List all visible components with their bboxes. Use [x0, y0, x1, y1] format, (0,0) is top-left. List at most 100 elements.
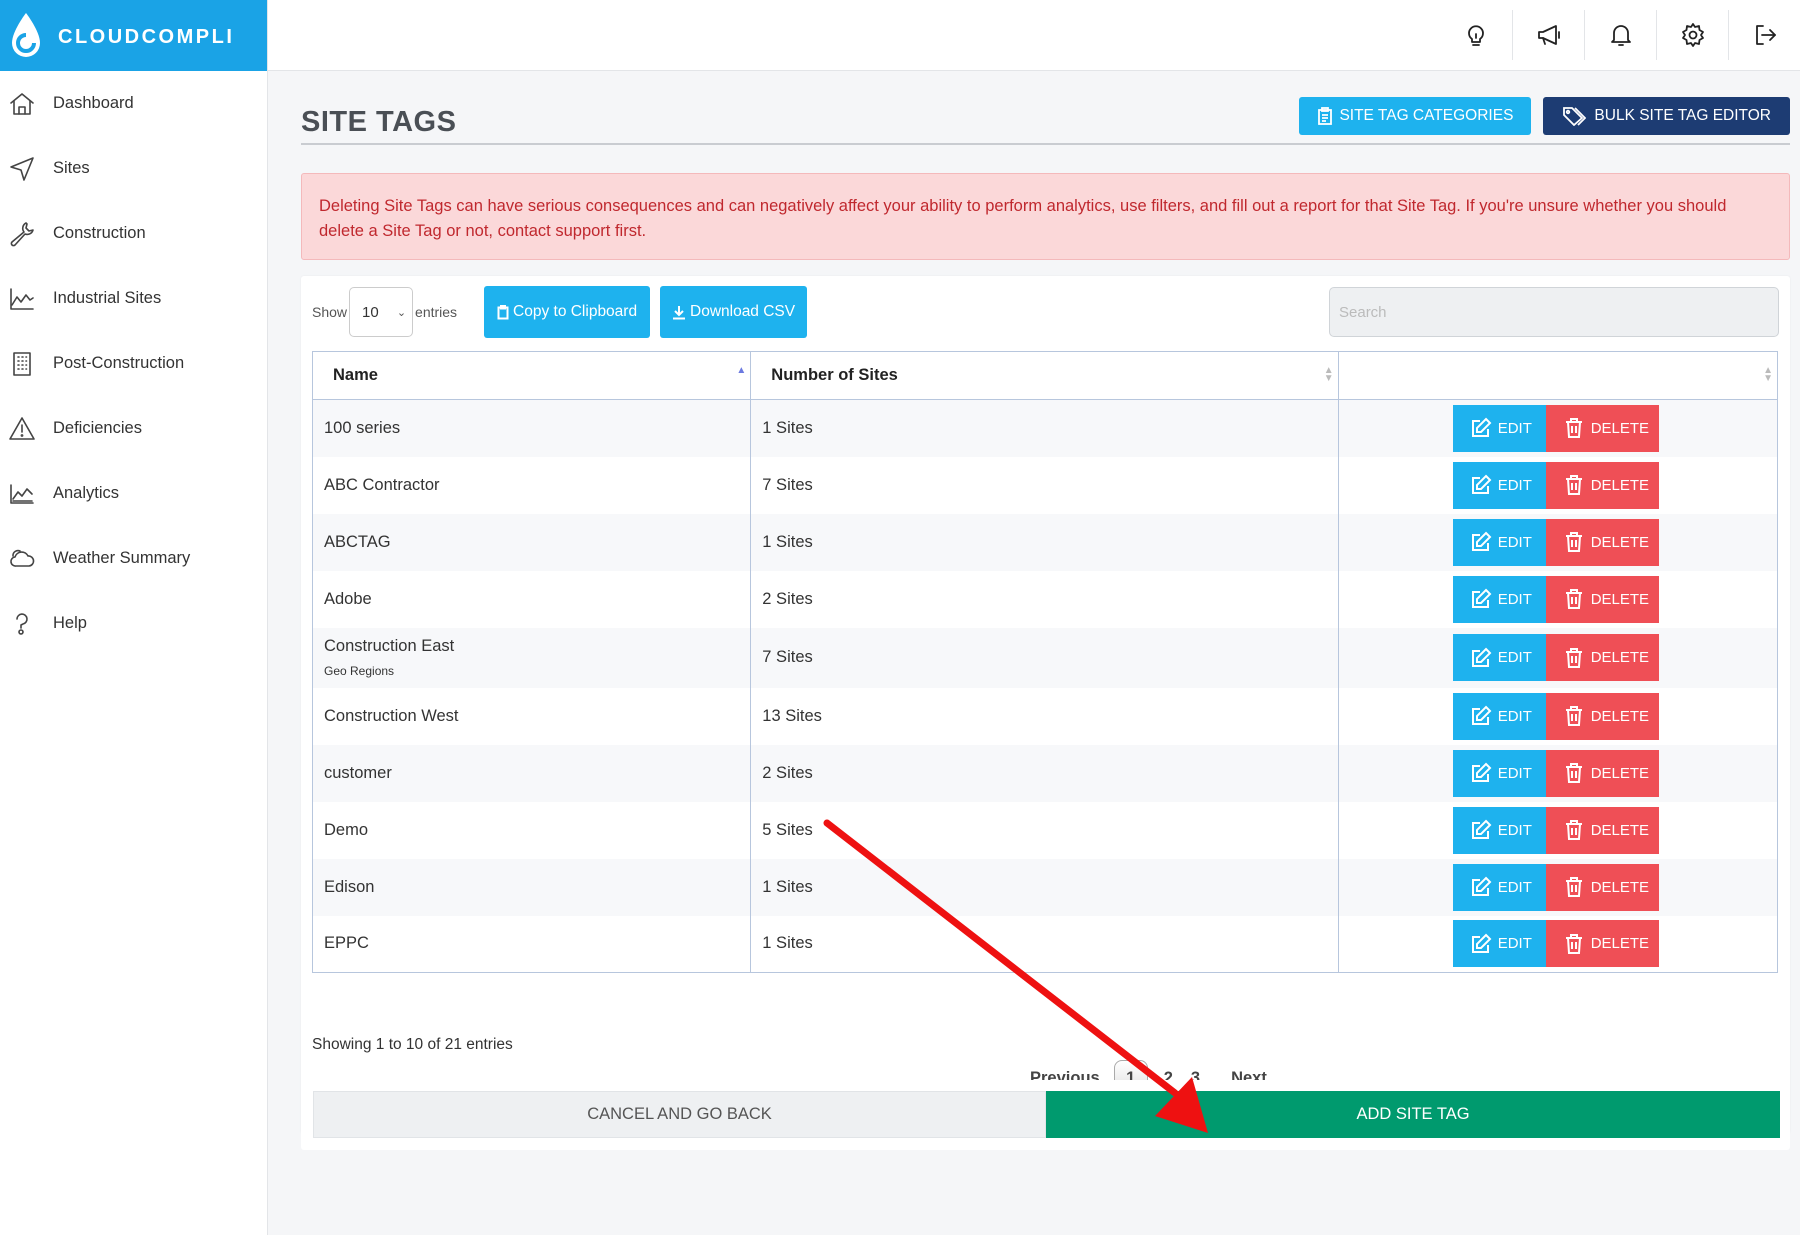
- bulk-site-tag-editor-button[interactable]: BULK SITE TAG EDITOR: [1543, 97, 1790, 135]
- logout-icon[interactable]: [1728, 10, 1800, 60]
- delete-button[interactable]: DELETE: [1545, 749, 1659, 797]
- cancel-and-go-back-button[interactable]: CANCEL AND GO BACK: [313, 1091, 1046, 1138]
- edit-button[interactable]: EDIT: [1452, 461, 1550, 509]
- table-row: Edison 1 Sites EDIT DELETE: [312, 858, 1779, 916]
- edit-button[interactable]: EDIT: [1452, 404, 1550, 452]
- cell-actions: EDIT DELETE: [1338, 456, 1779, 514]
- clipboard-icon: [497, 304, 509, 319]
- edit-button[interactable]: EDIT: [1452, 863, 1550, 911]
- gear-icon[interactable]: [1656, 10, 1728, 60]
- edit-button[interactable]: EDIT: [1452, 806, 1550, 854]
- delete-button[interactable]: DELETE: [1545, 692, 1659, 740]
- sidebar-item-dashboard[interactable]: Dashboard: [0, 71, 267, 136]
- edit-button[interactable]: EDIT: [1452, 518, 1550, 566]
- cell-sites: 1 Sites: [750, 858, 1339, 916]
- sidebar-item-sites[interactable]: Sites: [0, 136, 267, 201]
- edit-button[interactable]: EDIT: [1452, 920, 1550, 968]
- edit-button[interactable]: EDIT: [1452, 575, 1550, 623]
- chart-icon: [8, 480, 36, 508]
- sidebar-item-deficiencies[interactable]: Deficiencies: [0, 396, 267, 461]
- site-tags-table: Name ▲ Number of Sites ▲ ▼ ▲ ▼ 100 series 1 …: [312, 351, 1779, 973]
- site-tag-categories-button[interactable]: SITE TAG CATEGORIES: [1299, 97, 1532, 135]
- megaphone-icon[interactable]: [1512, 10, 1584, 60]
- delete-label: DELETE: [1590, 476, 1650, 494]
- delete-label: DELETE: [1590, 935, 1650, 953]
- sidebar-item-label: Analytics: [53, 484, 120, 502]
- delete-button[interactable]: DELETE: [1545, 575, 1659, 623]
- cell-name: EPPC: [312, 915, 752, 973]
- add-site-tag-button[interactable]: ADD SITE TAG: [1046, 1091, 1780, 1138]
- sidebar-item-label: Post-Construction: [53, 354, 185, 372]
- sort-icon: ▲ ▼: [1763, 365, 1773, 384]
- delete-button[interactable]: DELETE: [1545, 863, 1659, 911]
- delete-button[interactable]: DELETE: [1545, 634, 1659, 681]
- help-icon: [8, 610, 36, 638]
- bulk-site-tag-editor-label: BULK SITE TAG EDITOR: [1594, 107, 1771, 124]
- sidebar-item-construction[interactable]: Construction: [0, 201, 267, 266]
- edit-label: EDIT: [1497, 707, 1532, 725]
- cell-actions: EDIT DELETE: [1338, 858, 1779, 916]
- search-input[interactable]: [1329, 287, 1779, 337]
- cell-sites: 1 Sites: [750, 399, 1339, 457]
- wrench-icon: [8, 220, 36, 248]
- cell-actions: EDIT DELETE: [1338, 570, 1779, 628]
- cell-name: Construction West: [312, 687, 752, 745]
- delete-button[interactable]: DELETE: [1545, 461, 1659, 509]
- edit-button[interactable]: EDIT: [1452, 634, 1550, 681]
- sidebar-item-label: Industrial Sites: [53, 289, 162, 307]
- sidebar-item-analytics[interactable]: Analytics: [0, 461, 267, 526]
- delete-button[interactable]: DELETE: [1545, 806, 1659, 854]
- cell-actions: EDIT DELETE: [1338, 627, 1779, 688]
- delete-button[interactable]: DELETE: [1545, 404, 1659, 452]
- cell-sites: 2 Sites: [750, 570, 1339, 628]
- column-header-actions[interactable]: ▲ ▼: [1338, 351, 1779, 400]
- brand-logo[interactable]: CLOUDCOMPLI: [0, 0, 267, 71]
- download-csv-button[interactable]: Download CSV: [660, 286, 808, 338]
- sidebar-item-help[interactable]: Help: [0, 591, 267, 656]
- delete-button[interactable]: DELETE: [1545, 920, 1659, 968]
- topbar: [268, 0, 1800, 71]
- lightbulb-icon[interactable]: [1440, 10, 1512, 60]
- sidebar-item-post-construction[interactable]: Post-Construction: [0, 331, 267, 396]
- bell-icon[interactable]: [1584, 10, 1656, 60]
- edit-button[interactable]: EDIT: [1452, 749, 1550, 797]
- copy-to-clipboard-button[interactable]: Copy to Clipboard: [484, 286, 651, 338]
- delete-button[interactable]: DELETE: [1545, 518, 1659, 566]
- factory-icon: [8, 285, 36, 313]
- warning-icon: [8, 415, 36, 443]
- delete-label: DELETE: [1590, 649, 1650, 666]
- sidebar-item-label: Weather Summary: [53, 549, 191, 567]
- edit-label: EDIT: [1497, 419, 1532, 437]
- sidebar-item-label: Construction: [53, 224, 146, 242]
- cell-actions: EDIT DELETE: [1338, 513, 1779, 571]
- column-header-number-of-sites[interactable]: Number of Sites ▲ ▼: [750, 351, 1339, 400]
- tag-name: Construction East: [324, 637, 455, 655]
- header-actions: SITE TAG CATEGORIES BULK SITE TAG EDITOR: [1299, 97, 1790, 135]
- sidebar-item-industrial-sites[interactable]: Industrial Sites: [0, 266, 267, 331]
- entries-select-value: 10: [362, 303, 379, 321]
- edit-label: EDIT: [1497, 590, 1532, 608]
- chevron-down-icon: ⌄: [396, 307, 407, 319]
- delete-label: DELETE: [1590, 821, 1650, 839]
- table-row: Construction East Geo Regions 7 Sites EDI…: [312, 627, 1779, 688]
- column-header-label: Name: [333, 366, 378, 384]
- trash-icon: [1565, 589, 1582, 609]
- tags-icon: [1563, 107, 1587, 126]
- trash-icon: [1565, 475, 1582, 495]
- cell-name: 100 series: [312, 399, 752, 457]
- column-header-name[interactable]: Name ▲: [312, 351, 752, 400]
- sidebar-item-weather-summary[interactable]: Weather Summary: [0, 526, 267, 591]
- edit-button[interactable]: EDIT: [1452, 692, 1550, 740]
- table-row: ABC Contractor 7 Sites EDIT DELETE: [312, 456, 1779, 514]
- cell-sites: 1 Sites: [750, 915, 1339, 973]
- download-icon: [673, 305, 685, 319]
- edit-label: EDIT: [1497, 821, 1532, 839]
- cell-sites: 7 Sites: [750, 456, 1339, 514]
- edit-label: EDIT: [1497, 476, 1532, 494]
- trash-icon: [1565, 532, 1582, 552]
- table-row: 100 series 1 Sites EDIT DELETE: [312, 399, 1779, 457]
- entries-select[interactable]: 10 ⌄: [349, 287, 414, 337]
- sort-asc-icon: ▲: [736, 365, 747, 376]
- sidebar-item-label: Sites: [53, 159, 90, 177]
- cell-sites: 1 Sites: [750, 513, 1339, 571]
